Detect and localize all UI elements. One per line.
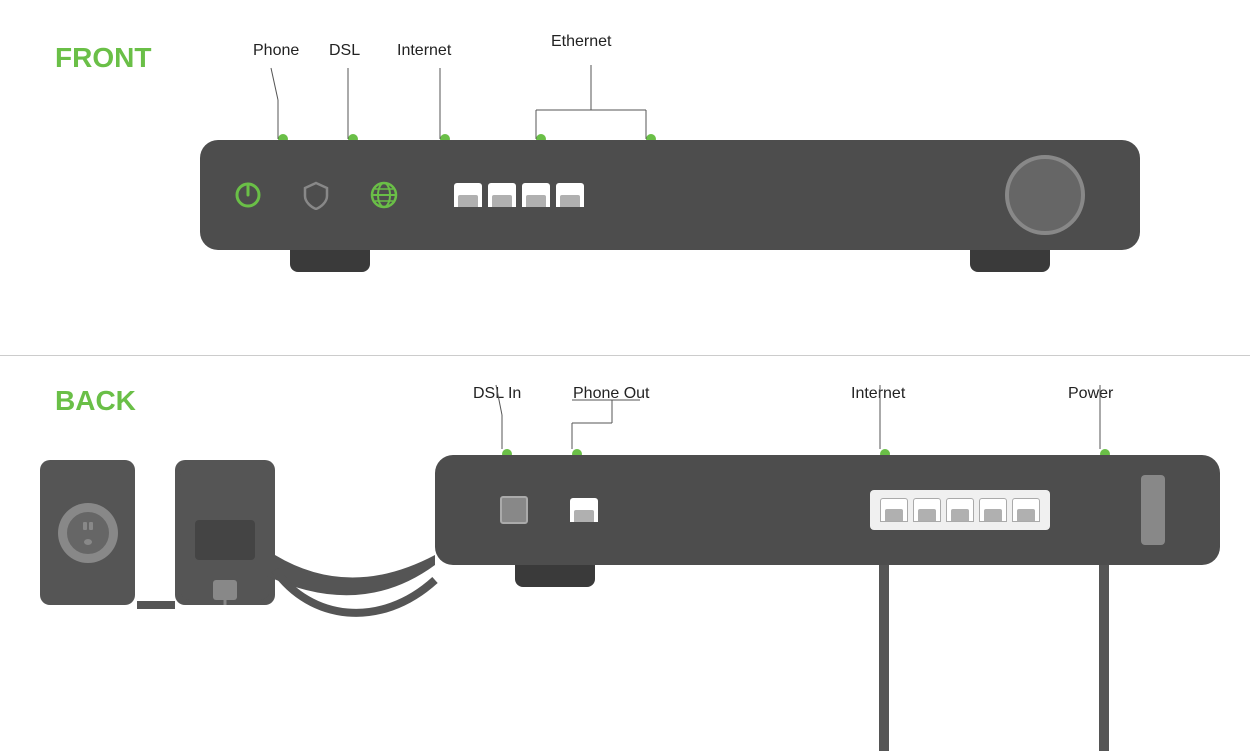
back-dslin-label: DSL In bbox=[473, 385, 521, 403]
front-icons-group bbox=[230, 177, 584, 213]
back-internet-label: Internet bbox=[851, 385, 905, 403]
back-cables bbox=[0, 0, 1250, 751]
front-foot-left bbox=[290, 250, 370, 272]
front-knob bbox=[1005, 155, 1085, 235]
front-label: FRONT bbox=[55, 42, 151, 74]
power-outlet-assembly bbox=[40, 460, 135, 605]
outlet-box bbox=[40, 460, 135, 605]
outlet-face bbox=[58, 503, 118, 563]
front-eth-port-3 bbox=[522, 183, 550, 207]
front-phone-label: Phone bbox=[253, 42, 299, 60]
front-eth-port-4 bbox=[556, 183, 584, 207]
globe-icon bbox=[366, 177, 402, 213]
power-adapter-box bbox=[175, 460, 275, 605]
back-phoneout-label: Phone Out bbox=[573, 385, 650, 403]
back-inet-port-2 bbox=[913, 498, 941, 522]
power-icon bbox=[230, 177, 266, 213]
back-inet-port-4 bbox=[979, 498, 1007, 522]
back-inet-port-3 bbox=[946, 498, 974, 522]
back-internet-panel bbox=[870, 490, 1050, 530]
front-foot-right bbox=[970, 250, 1050, 272]
back-foot-left bbox=[515, 565, 595, 587]
front-dsl-label: DSL bbox=[329, 42, 360, 60]
back-power-label: Power bbox=[1068, 385, 1113, 403]
front-eth-port-1 bbox=[454, 183, 482, 207]
front-internet-label: Internet bbox=[397, 42, 451, 60]
front-router-body bbox=[200, 140, 1140, 250]
back-router-body bbox=[435, 455, 1220, 565]
front-eth-ports bbox=[454, 183, 584, 207]
back-inet-port-1 bbox=[880, 498, 908, 522]
back-phone-out-port bbox=[570, 498, 598, 522]
front-ethernet-label: Ethernet bbox=[551, 33, 611, 51]
front-eth-port-2 bbox=[488, 183, 516, 207]
back-inet-port-5 bbox=[1012, 498, 1040, 522]
back-label: BACK bbox=[55, 385, 136, 417]
section-divider bbox=[0, 355, 1250, 356]
back-dsl-in-port bbox=[500, 496, 528, 524]
back-power-connector bbox=[1141, 475, 1165, 545]
shield-icon bbox=[298, 177, 334, 213]
